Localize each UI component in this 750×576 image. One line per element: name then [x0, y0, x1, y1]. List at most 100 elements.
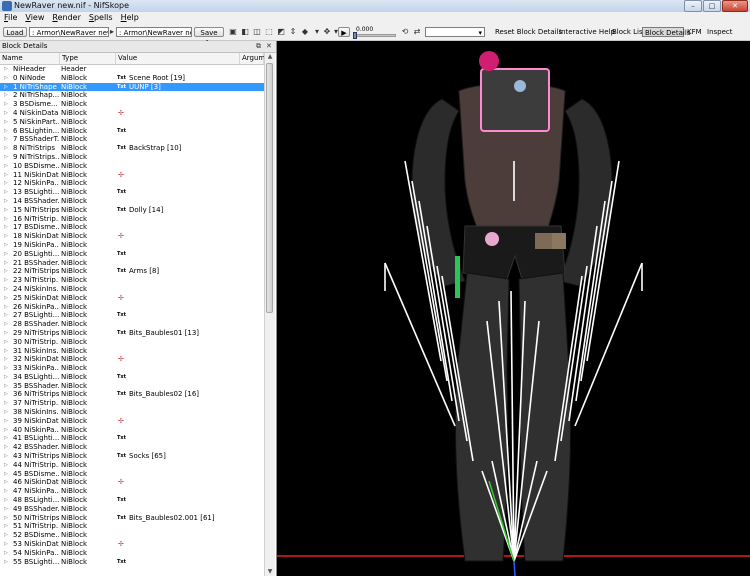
tree-row[interactable]: ▷ 1 NiTriShape NiBlock Txt UUNP [3] [0, 82, 264, 92]
tree-row[interactable]: ▷ 4 NiSkinData NiBlock ✢ [0, 109, 264, 118]
view-front-icon[interactable]: ▣ [228, 27, 238, 37]
tree-row[interactable]: ▷ 23 NiTriStrip... NiBlock [0, 276, 264, 285]
expand-arrow-icon[interactable]: ▷ [4, 303, 9, 312]
expand-arrow-icon[interactable]: ▷ [4, 408, 9, 417]
tree-row[interactable]: ▷ 13 BSLighti... NiBlock Txt [0, 188, 264, 197]
expand-arrow-icon[interactable]: ▷ [4, 100, 9, 109]
menu-file[interactable]: File [0, 12, 21, 24]
perspective-icon[interactable]: ◆ [300, 27, 310, 37]
expand-arrow-icon[interactable]: ▷ [4, 540, 9, 549]
tree-row[interactable]: ▷ 2 NiTriShap... NiBlock [0, 91, 264, 100]
tree-row[interactable]: ▷ 26 NiSkinPa... NiBlock [0, 303, 264, 312]
expand-arrow-icon[interactable]: ▷ [4, 259, 9, 268]
expand-arrow-icon[interactable]: ▷ [4, 558, 9, 567]
expand-arrow-icon[interactable]: ▷ [4, 470, 9, 479]
tree-row[interactable]: ▷ 3 BSDisme... NiBlock [0, 100, 264, 109]
tree-row[interactable]: ▷ 33 NiSkinPa... NiBlock [0, 364, 264, 373]
tree-row[interactable]: ▷ 10 BSDisme... NiBlock [0, 162, 264, 171]
expand-arrow-icon[interactable]: ▷ [4, 91, 9, 100]
menu-help[interactable]: Help [117, 12, 143, 24]
expand-arrow-icon[interactable]: ▷ [4, 241, 9, 250]
tree-row[interactable]: ▷ 42 BSShader... NiBlock [0, 443, 264, 452]
tree-row[interactable]: ▷ 19 NiSkinPa... NiBlock [0, 241, 264, 250]
orbit-icon[interactable]: ✥ [322, 27, 332, 37]
render-viewport[interactable] [277, 41, 750, 576]
expand-arrow-icon[interactable]: ▷ [4, 267, 9, 276]
load-button[interactable]: Load [3, 27, 27, 37]
tree-row[interactable]: ▷ 49 BSShader... NiBlock [0, 505, 264, 514]
expand-arrow-icon[interactable]: ▷ [4, 74, 9, 83]
tree-row[interactable]: ▷ 38 NiSkinIns... NiBlock [0, 408, 264, 417]
expand-arrow-icon[interactable]: ▷ [4, 443, 9, 452]
time-slider[interactable] [353, 32, 396, 39]
view-walk-icon[interactable]: ◩ [276, 27, 286, 37]
tree-row[interactable]: ▷ 27 BSLighti... NiBlock Txt [0, 311, 264, 320]
kfm-button[interactable]: KFM [685, 27, 704, 37]
expand-arrow-icon[interactable]: ▷ [4, 232, 9, 241]
tree-row[interactable]: ▷ 39 NiSkinData NiBlock ✢ [0, 417, 264, 426]
tree-row[interactable]: ▷ 22 NiTriStrips NiBlock Txt Arms [8] [0, 267, 264, 276]
tree-row[interactable]: ▷ 37 NiTriStrip... NiBlock [0, 399, 264, 408]
close-panel-icon[interactable]: ✕ [266, 42, 272, 51]
switch-icon[interactable]: ⇄ [412, 27, 422, 37]
tree-row[interactable]: ▷ 7 BSShaderT... NiBlock [0, 135, 264, 144]
expand-arrow-icon[interactable]: ▷ [4, 188, 9, 197]
expand-arrow-icon[interactable]: ▷ [4, 250, 9, 259]
tree-row[interactable]: ▷ 48 BSLighti... NiBlock Txt [0, 496, 264, 505]
expand-arrow-icon[interactable]: ▷ [4, 452, 9, 461]
expand-arrow-icon[interactable]: ▷ [4, 276, 9, 285]
tree-row[interactable]: ▷ 40 NiSkinPa... NiBlock [0, 426, 264, 435]
menu-view[interactable]: View [21, 12, 48, 24]
expand-arrow-icon[interactable]: ▷ [4, 434, 9, 443]
expand-arrow-icon[interactable]: ▷ [4, 399, 9, 408]
tree-row[interactable]: ▷ 21 BSShader... NiBlock [0, 259, 264, 268]
expand-arrow-icon[interactable]: ▷ [4, 83, 9, 92]
reset-block-details-button[interactable]: Reset Block Details [493, 27, 564, 37]
interactive-help-button[interactable]: Interactive Help [557, 27, 617, 37]
time-slider-handle[interactable] [353, 32, 357, 39]
view-user-icon[interactable]: ⬚ [264, 27, 274, 37]
expand-arrow-icon[interactable]: ▷ [4, 514, 9, 523]
expand-arrow-icon[interactable]: ▷ [4, 294, 9, 303]
expand-arrow-icon[interactable]: ▷ [4, 144, 9, 153]
tree-row[interactable]: ▷ 52 BSDisme... NiBlock [0, 531, 264, 540]
expand-arrow-icon[interactable]: ▷ [4, 531, 9, 540]
expand-arrow-icon[interactable]: ▷ [4, 215, 9, 224]
tree-row[interactable]: ▷ 25 NiSkinData NiBlock ✢ [0, 294, 264, 303]
tree-row[interactable]: ▷ 6 BSLightin... NiBlock Txt [0, 127, 264, 136]
expand-arrow-icon[interactable]: ▷ [4, 206, 9, 215]
tree-row[interactable]: ▷ 28 BSShader... NiBlock [0, 320, 264, 329]
tree-row[interactable]: ▷ 43 NiTriStrips NiBlock Txt Socks [65] [0, 452, 264, 461]
tree-row[interactable]: ▷ 11 NiSkinData NiBlock ✢ [0, 171, 264, 180]
tree-row[interactable]: ▷ NiHeader Header [0, 65, 264, 74]
tree-row[interactable]: ▷ 15 NiTriStrips NiBlock Txt Dolly [14] [0, 206, 264, 215]
expand-arrow-icon[interactable]: ▷ [4, 135, 9, 144]
expand-arrow-icon[interactable]: ▷ [4, 127, 9, 136]
expand-arrow-icon[interactable]: ▷ [4, 487, 9, 496]
save-path-field[interactable]: : Armor\NewRaver new.nif [116, 27, 192, 37]
expand-arrow-icon[interactable]: ▷ [4, 461, 9, 470]
col-value[interactable]: Value [116, 53, 240, 64]
expand-arrow-icon[interactable]: ▷ [4, 522, 9, 531]
tree-row[interactable]: ▷ 29 NiTriStrips NiBlock Txt Bits_Baubles01 … [0, 329, 264, 338]
expand-arrow-icon[interactable]: ▷ [4, 320, 9, 329]
view-top-icon[interactable]: ◫ [252, 27, 262, 37]
load-path-field[interactable]: : Armor\NewRaver new.nif [29, 27, 109, 37]
tree-row[interactable]: ▷ 45 BSDisme... NiBlock [0, 470, 264, 479]
maximize-button[interactable]: □ [703, 0, 721, 12]
scroll-thumb[interactable] [266, 63, 273, 313]
play-button[interactable]: ▶ [338, 27, 350, 37]
tree-row[interactable]: ▷ 0 NiNode NiBlock Txt Scene Root [19] [0, 74, 264, 83]
expand-arrow-icon[interactable]: ▷ [4, 549, 9, 558]
tree-row[interactable]: ▷ 44 NiTriStrip... NiBlock [0, 461, 264, 470]
tree-row[interactable]: ▷ 35 BSShader... NiBlock [0, 382, 264, 391]
tree-row[interactable]: ▷ 9 NiTriStrips... NiBlock [0, 153, 264, 162]
expand-arrow-icon[interactable]: ▷ [4, 65, 9, 74]
float-panel-icon[interactable]: ⧉ [256, 42, 261, 51]
expand-arrow-icon[interactable]: ▷ [4, 118, 9, 127]
tree-row[interactable]: ▷ 54 NiSkinPa... NiBlock [0, 549, 264, 558]
expand-arrow-icon[interactable]: ▷ [4, 311, 9, 320]
expand-arrow-icon[interactable]: ▷ [4, 505, 9, 514]
save-as-button[interactable]: Save As [194, 27, 224, 47]
close-button[interactable]: ✕ [722, 0, 748, 12]
